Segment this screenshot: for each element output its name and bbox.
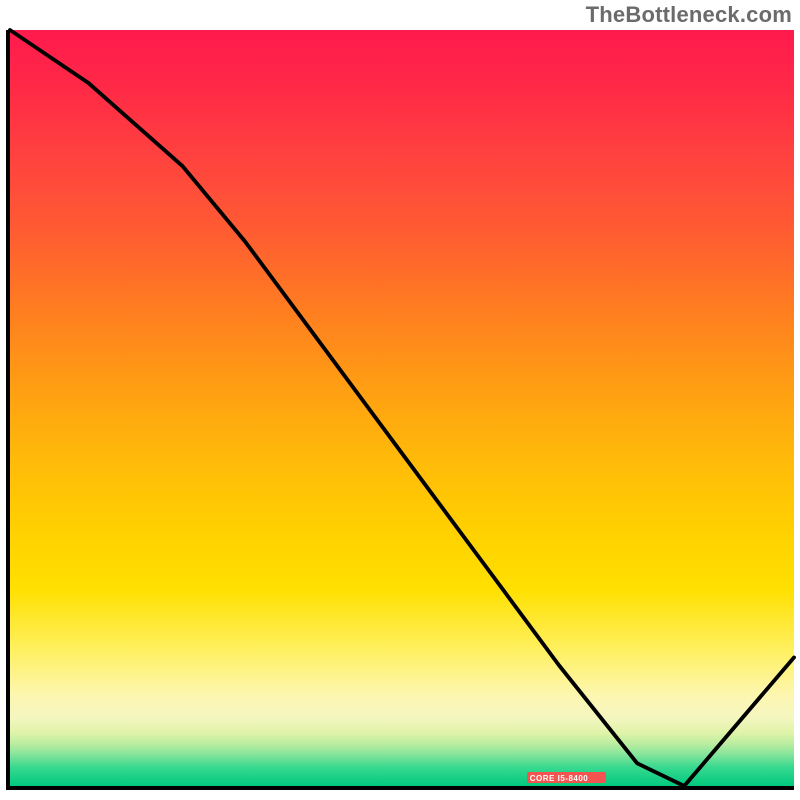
plot-area: CORE I5-8400 [6,30,794,790]
bottleneck-curve [10,30,794,786]
chart-container: TheBottleneck.com CORE I5-8400 [0,0,800,800]
watermark-text: TheBottleneck.com [586,2,792,28]
annotation-badge [527,772,605,783]
